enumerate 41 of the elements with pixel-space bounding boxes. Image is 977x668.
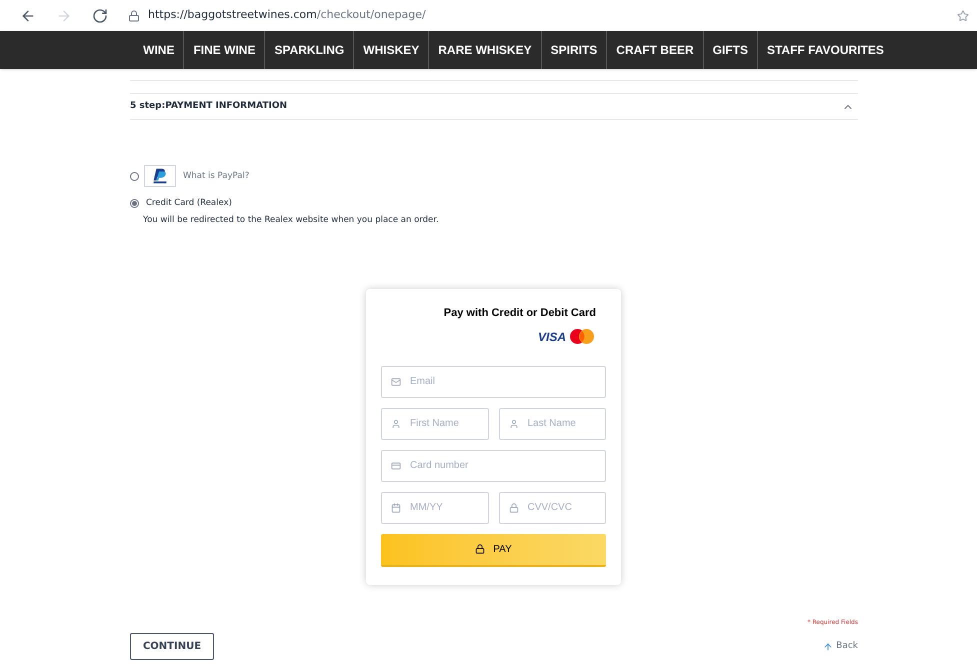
calendar-icon [391, 502, 401, 512]
continue-button[interactable]: CONTINUE [130, 633, 214, 660]
nav-link[interactable]: CRAFT BEER [606, 31, 703, 69]
pay-button[interactable]: PAY [381, 534, 606, 566]
card-title: Pay with Credit or Debit Card [444, 306, 596, 321]
input-field[interactable]: MM/YY [381, 492, 488, 524]
step-title[interactable]: 5 step:PAYMENT INFORMATION [130, 100, 288, 114]
payment-note: You will be redirected to the Realex website when you place an order. [143, 214, 440, 226]
back-link[interactable]: Back [823, 640, 858, 654]
back-icon[interactable] [20, 8, 36, 24]
nav-link[interactable]: GIFTS [702, 31, 757, 69]
nav-link[interactable]: RARE WHISKEY [428, 31, 541, 69]
paypal-info-link[interactable]: What is PayPal? [183, 170, 250, 182]
input-field[interactable]: Last Name [498, 408, 606, 440]
nav-link[interactable]: STAFF FAVOURITES [756, 31, 893, 69]
up-arrow-icon [823, 642, 834, 652]
nav-link[interactable]: SPARKLING [264, 31, 354, 69]
paypal-logo [144, 165, 176, 187]
refresh-icon[interactable] [92, 8, 108, 24]
user-icon [508, 418, 518, 428]
input-field[interactable]: First Name [381, 408, 488, 440]
visa-logo: VISA [538, 328, 566, 346]
input-field[interactable]: CVV/CVC [498, 492, 606, 524]
lock-icon [475, 544, 486, 554]
credit-card-icon [391, 460, 401, 470]
radio-button[interactable] [130, 198, 139, 208]
radio-button[interactable] [130, 172, 139, 180]
favorite-icon[interactable] [957, 10, 969, 22]
input-field[interactable]: Card number [381, 450, 606, 482]
address-bar[interactable]: https://baggotstreetwines.com/checkout/onepage/ [148, 7, 426, 24]
nav-link[interactable]: SPIRITS [540, 31, 606, 69]
mail-icon [391, 376, 401, 386]
lock-icon [508, 502, 518, 512]
lock-icon [128, 10, 140, 22]
nav-link[interactable]: FINE WINE [183, 31, 264, 69]
payment-method-label: Credit Card (Realex) [146, 197, 232, 210]
nav-link[interactable]: WHISKEY [353, 31, 428, 69]
mastercard-logo [570, 329, 594, 344]
input-field[interactable]: Email [381, 366, 606, 398]
user-icon [391, 418, 401, 428]
nav-link[interactable]: WINE [134, 31, 184, 69]
